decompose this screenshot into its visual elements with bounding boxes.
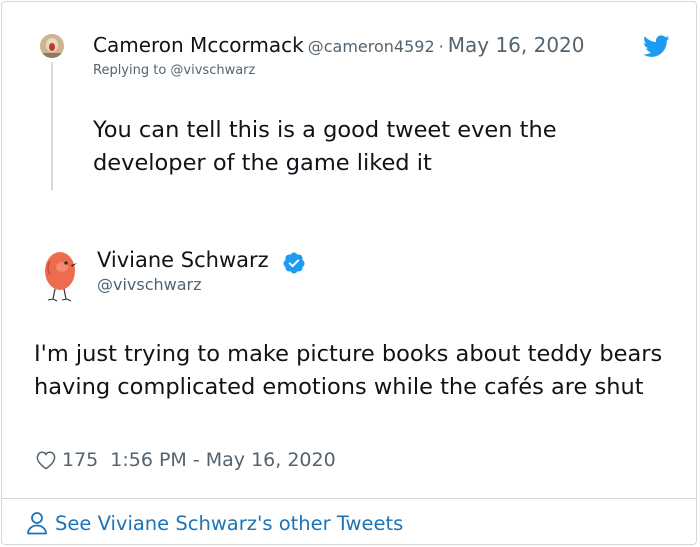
like-count[interactable]: 175 bbox=[62, 449, 98, 471]
see-other-tweets-link[interactable]: See Viviane Schwarz's other Tweets bbox=[26, 511, 403, 535]
author-name[interactable]: Viviane Schwarz bbox=[97, 248, 269, 272]
thread-connector-line bbox=[51, 62, 53, 190]
heart-icon[interactable] bbox=[35, 450, 57, 470]
person-icon bbox=[27, 512, 47, 535]
author-handle[interactable]: @vivschwarz bbox=[97, 275, 202, 294]
bird-drawing-avatar bbox=[45, 252, 77, 302]
separator-dot: · bbox=[438, 37, 444, 56]
reply-author-name[interactable]: Cameron Mccormack bbox=[93, 33, 304, 57]
avatar-image bbox=[40, 34, 64, 58]
author-avatar[interactable] bbox=[38, 245, 82, 305]
verified-badge-icon bbox=[283, 252, 305, 274]
reply-tweet-text: You can tell this is a good tweet even t… bbox=[93, 117, 557, 176]
tweet-timestamp[interactable]: 1:56 PM - May 16, 2020 bbox=[110, 449, 335, 471]
footer-divider bbox=[2, 498, 696, 499]
tweet-text: I'm just trying to make picture books ab… bbox=[34, 341, 663, 400]
reply-header: Cameron Mccormack @cameron4592 · May 16, 20… bbox=[93, 33, 585, 57]
embedded-tweet-card: Cameron Mccormack @cameron4592 · May 16, 20… bbox=[1, 1, 697, 545]
reply-author-handle[interactable]: @cameron4592 bbox=[308, 37, 435, 56]
replying-to-label[interactable]: Replying to @vivschwarz bbox=[93, 63, 255, 78]
see-other-tweets-label[interactable]: See Viviane Schwarz's other Tweets bbox=[55, 512, 403, 535]
reply-date-link[interactable]: May 16, 2020 bbox=[448, 33, 585, 57]
reply-avatar[interactable] bbox=[40, 34, 64, 58]
twitter-bird-icon[interactable] bbox=[643, 35, 670, 58]
tweet-meta: 175 1:56 PM - May 16, 2020 bbox=[35, 449, 336, 471]
